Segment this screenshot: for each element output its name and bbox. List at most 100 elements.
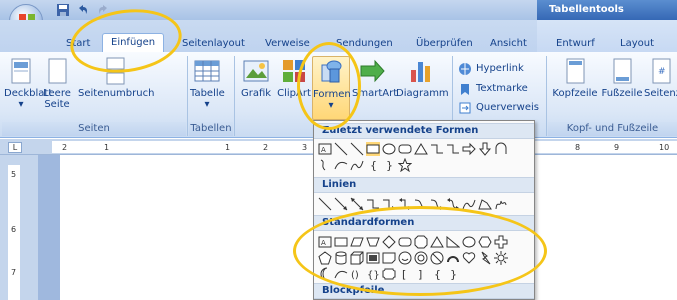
- textmarke-button[interactable]: Textmarke: [458, 81, 528, 97]
- elbow-connector-icon[interactable]: [430, 142, 444, 156]
- freeform-shape-icon[interactable]: [318, 158, 332, 172]
- right-bracket-icon[interactable]: ]: [414, 267, 428, 281]
- right-brace-shape-icon[interactable]: }: [446, 267, 460, 281]
- donut-shape-icon[interactable]: [414, 251, 428, 265]
- no-symbol-icon[interactable]: [430, 251, 444, 265]
- textbox-shape-icon[interactable]: A: [318, 142, 332, 156]
- tab-sendungen[interactable]: Sendungen: [336, 36, 393, 52]
- triangle-shape-icon[interactable]: [414, 142, 428, 156]
- left-brace-shape-icon[interactable]: {: [366, 158, 380, 172]
- double-brace-icon[interactable]: {}: [366, 267, 380, 281]
- tab-layout[interactable]: Layout: [620, 36, 654, 52]
- arc-shape-icon[interactable]: [334, 158, 348, 172]
- star-shape-icon[interactable]: [398, 158, 412, 172]
- freeform-shape-icon[interactable]: [478, 197, 492, 211]
- left-brace-shape-icon[interactable]: {: [430, 267, 444, 281]
- block-arc-shape-icon[interactable]: [446, 251, 460, 265]
- clipart-button[interactable]: ClipArt: [276, 56, 312, 99]
- pentagon-shape-icon[interactable]: [318, 251, 332, 265]
- line-shape-icon[interactable]: [334, 142, 348, 156]
- tab-einfuegen[interactable]: Einfügen: [102, 33, 165, 53]
- kopf-fusszeile-group-label: Kopf- und Fußzeile: [548, 122, 677, 136]
- elbow-connector-icon[interactable]: [446, 142, 460, 156]
- rectangle-shape-icon[interactable]: [334, 235, 348, 249]
- plaque-shape-icon[interactable]: [382, 267, 396, 281]
- footer-icon: [607, 56, 637, 86]
- seitenzahl-button[interactable]: # Seitenz: [644, 56, 677, 99]
- smiley-face-icon[interactable]: [398, 251, 412, 265]
- deckblatt-button[interactable]: Deckblatt ▾: [4, 56, 52, 110]
- querverweis-button[interactable]: Querverweis: [458, 100, 539, 116]
- curve-shape-icon[interactable]: [462, 197, 476, 211]
- curved-double-arrow-icon[interactable]: [446, 197, 460, 211]
- right-triangle-shape-icon[interactable]: [446, 235, 460, 249]
- lightning-shape-icon[interactable]: [478, 251, 492, 265]
- textbox-shape-icon[interactable]: A: [318, 235, 332, 249]
- sun-shape-icon[interactable]: [494, 251, 508, 265]
- block-arc-shape-icon[interactable]: [494, 142, 508, 156]
- parallelogram-shape-icon[interactable]: [350, 235, 364, 249]
- bevel-shape-icon[interactable]: [366, 251, 380, 265]
- cube-shape-icon[interactable]: [350, 251, 364, 265]
- group-divider: [546, 56, 547, 136]
- rounded-rect-shape-icon[interactable]: [398, 142, 412, 156]
- tab-verweise[interactable]: Verweise: [265, 36, 310, 52]
- formen-button[interactable]: Formen ▾: [312, 56, 351, 120]
- arc-shape-icon[interactable]: [334, 267, 348, 281]
- querverweis-label: Querverweis: [476, 102, 539, 113]
- down-arrow-shape-icon[interactable]: [478, 142, 492, 156]
- hyperlink-button[interactable]: Hyperlink: [458, 61, 524, 77]
- tab-ueberpruefen[interactable]: Überprüfen: [416, 36, 473, 52]
- kopfzeile-button[interactable]: Kopfzeile: [550, 56, 600, 99]
- double-arrow-line-icon[interactable]: [350, 197, 364, 211]
- undo-icon[interactable]: [76, 3, 90, 17]
- diamond-shape-icon[interactable]: [382, 235, 396, 249]
- moon-shape-icon[interactable]: [318, 267, 332, 281]
- curve-shape-icon[interactable]: [350, 158, 364, 172]
- elbow-connector-icon[interactable]: [366, 197, 380, 211]
- tab-ansicht[interactable]: Ansicht: [490, 36, 527, 52]
- arrow-line-icon[interactable]: [334, 197, 348, 211]
- triangle-shape-icon[interactable]: [430, 235, 444, 249]
- elbow-arrow-connector-icon[interactable]: [382, 197, 396, 211]
- svg-text:A: A: [321, 146, 326, 154]
- left-bracket-icon[interactable]: [: [398, 267, 412, 281]
- double-bracket-icon[interactable]: (): [350, 267, 364, 281]
- rounded-rect-shape-icon[interactable]: [398, 235, 412, 249]
- scribble-shape-icon[interactable]: [494, 197, 508, 211]
- curved-connector-icon[interactable]: [414, 197, 428, 211]
- trapezoid-shape-icon[interactable]: [366, 235, 380, 249]
- diagramm-button[interactable]: Diagramm: [396, 56, 449, 99]
- rectangle-shape-icon[interactable]: [366, 142, 380, 156]
- tab-entwurf[interactable]: Entwurf: [556, 36, 595, 52]
- fusszeile-button[interactable]: Fußzeile: [600, 56, 644, 99]
- tab-start[interactable]: Start: [66, 36, 90, 52]
- can-shape-icon[interactable]: [334, 251, 348, 265]
- dropdown-arrow-icon: ▾: [328, 100, 334, 111]
- line-shape-icon[interactable]: [350, 142, 364, 156]
- leere-seite-button[interactable]: Leere Seite: [42, 56, 72, 110]
- octagon-shape-icon[interactable]: [414, 235, 428, 249]
- redo-icon[interactable]: [96, 3, 110, 17]
- seitenumbruch-button[interactable]: Seitenumbruch: [78, 56, 154, 99]
- heart-shape-icon[interactable]: [462, 251, 476, 265]
- cross-shape-icon[interactable]: [494, 235, 508, 249]
- basic-shapes-row-2: [318, 251, 508, 265]
- vertical-ruler[interactable]: [0, 155, 38, 300]
- oval-shape-icon[interactable]: [462, 235, 476, 249]
- hexagon-shape-icon[interactable]: [478, 235, 492, 249]
- elbow-double-arrow-icon[interactable]: [398, 197, 412, 211]
- tabelle-button[interactable]: Tabelle ▾: [190, 56, 225, 110]
- diagramm-label: Diagramm: [396, 88, 449, 99]
- folded-corner-shape-icon[interactable]: [382, 251, 396, 265]
- grafik-button[interactable]: Grafik: [238, 56, 274, 99]
- oval-shape-icon[interactable]: [382, 142, 396, 156]
- smartart-button[interactable]: SmartArt: [352, 56, 397, 99]
- right-brace-shape-icon[interactable]: }: [382, 158, 396, 172]
- tab-seitenlayout[interactable]: Seitenlayout: [182, 36, 245, 52]
- tab-selector[interactable]: L: [8, 142, 22, 153]
- curved-arrow-connector-icon[interactable]: [430, 197, 444, 211]
- save-icon[interactable]: [56, 3, 70, 17]
- line-shape-icon[interactable]: [318, 197, 332, 211]
- right-arrow-shape-icon[interactable]: [462, 142, 476, 156]
